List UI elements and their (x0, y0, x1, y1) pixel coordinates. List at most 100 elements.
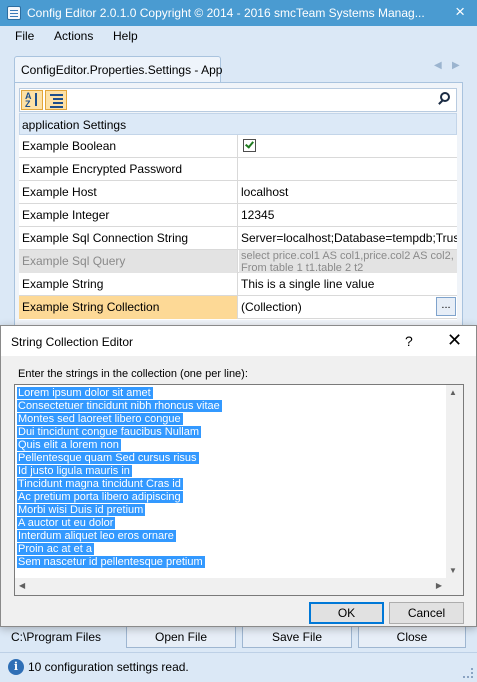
close-button[interactable]: Close (358, 626, 466, 648)
property-value: select price.col1 AS col1,price.col2 AS … (239, 250, 457, 273)
menu-bar: File Actions Help (0, 26, 477, 48)
check-icon (245, 139, 254, 149)
category-label: application Settings (22, 118, 127, 132)
collection-line-text: Proin ac at et a (17, 543, 94, 555)
status-text: 10 configuration settings read. (28, 660, 189, 674)
search-icon[interactable] (437, 92, 452, 107)
property-name: Example Sql Query (19, 250, 238, 273)
grid-row-example-encrypted-password[interactable]: Example Encrypted Password (19, 158, 457, 181)
window-title: Config Editor 2.0.1.0 Copyright © 2014 -… (27, 6, 425, 20)
collection-line: Morbi wisi Duis id pretium (17, 504, 437, 517)
collection-line-text: Ac pretium porta libero adipiscing (17, 491, 183, 503)
collection-edit-button[interactable]: ... (436, 297, 456, 316)
property-value[interactable] (239, 158, 457, 181)
property-value[interactable]: 12345 (239, 204, 457, 227)
status-bar: i 10 configuration settings read. (0, 652, 477, 682)
scroll-up-icon[interactable]: ▲ (449, 388, 457, 397)
property-toolbar: AZ (19, 88, 457, 112)
open-file-button[interactable]: Open File (126, 626, 236, 648)
window-titlebar[interactable]: Config Editor 2.0.1.0 Copyright © 2014 -… (0, 0, 477, 26)
collection-line-text: Consectetuer tincidunt nibh rhoncus vita… (17, 400, 222, 412)
collection-textarea[interactable]: Lorem ipsum dolor sit amet Consectetuer t… (14, 384, 464, 596)
dialog-titlebar[interactable]: String Collection Editor ? ✕ (1, 326, 476, 356)
property-name: Example Boolean (19, 135, 238, 158)
property-name: Example Sql Connection String (19, 227, 238, 250)
collection-line: Quis elit a lorem non (17, 439, 437, 452)
info-icon: i (8, 659, 24, 675)
property-grid: Example Boolean Example Encrypted Passwo… (19, 135, 457, 320)
collection-line-text: Quis elit a lorem non (17, 439, 121, 451)
property-value-line-2: From table 1 t1.table 2 t2 (241, 262, 364, 273)
collection-line: A auctor ut eu dolor (17, 517, 437, 530)
save-file-button[interactable]: Save File (242, 626, 352, 648)
collection-line: Pellentesque quam Sed cursus risus (17, 452, 437, 465)
close-icon[interactable]: × (455, 3, 465, 21)
collection-line: Interdum aliquet leo eros ornare (17, 530, 437, 543)
collection-line: Ac pretium porta libero adipiscing (17, 491, 437, 504)
horizontal-scrollbar[interactable]: ◀ ▶ (15, 578, 446, 595)
scroll-down-icon[interactable]: ▼ (449, 566, 457, 575)
tab-prev-icon[interactable]: ◀ (434, 60, 442, 71)
grid-row-example-host[interactable]: Example Host localhost (19, 181, 457, 204)
ok-button[interactable]: OK (309, 602, 384, 624)
tab-settings[interactable]: ConfigEditor.Properties.Settings - App (14, 56, 223, 82)
collection-line: Proin ac at et a (17, 543, 437, 556)
property-name: Example Encrypted Password (19, 158, 238, 181)
property-name: Example String (19, 273, 238, 296)
collection-line-text: Tincidunt magna tincidunt Cras id (17, 478, 183, 490)
dialog-title: String Collection Editor (11, 335, 134, 349)
grid-row-example-sql-query[interactable]: Example Sql Query select price.col1 AS c… (19, 250, 457, 273)
collection-line: Consectetuer tincidunt nibh rhoncus vita… (17, 400, 437, 413)
cancel-button[interactable]: Cancel (389, 602, 464, 624)
property-value[interactable]: (Collection) ... (239, 296, 457, 319)
collection-line-text: Lorem ipsum dolor sit amet (17, 387, 153, 399)
boolean-checkbox[interactable] (243, 139, 256, 152)
resize-grip-icon[interactable] (463, 668, 473, 678)
dialog-close-icon[interactable]: ✕ (447, 331, 462, 349)
collection-line-text: Dui tincidunt congue faucibus Nullam (17, 426, 201, 438)
property-value[interactable]: This is a single line value (239, 273, 457, 296)
collection-value: (Collection) (241, 300, 302, 314)
collection-line: Id justo ligula mauris in (17, 465, 437, 478)
category-header[interactable]: application Settings (19, 113, 457, 135)
menu-actions[interactable]: Actions (54, 29, 93, 43)
collection-line-text: Sem nascetur id pellentesque pretium (17, 556, 205, 568)
property-value[interactable]: Server=localhost;Database=tempdb;Truste (239, 227, 457, 250)
collection-line: Lorem ipsum dolor sit amet (17, 387, 437, 400)
scroll-right-icon[interactable]: ▶ (436, 581, 442, 590)
tab-next-icon[interactable]: ▶ (452, 60, 460, 71)
property-value[interactable]: localhost (239, 181, 457, 204)
search-input[interactable] (70, 91, 430, 109)
sort-alphabetical-button[interactable]: AZ (21, 90, 43, 110)
tab-label: ConfigEditor.Properties.Settings - App (21, 63, 223, 77)
sort-alphabetical-icon: AZ (25, 91, 32, 109)
grid-row-example-string-collection[interactable]: Example String Collection (Collection) .… (19, 296, 457, 319)
help-icon[interactable]: ? (405, 333, 413, 349)
vertical-scrollbar[interactable]: ▲ ▼ (446, 385, 463, 578)
collection-line-text: Morbi wisi Duis id pretium (17, 504, 146, 516)
collection-lines: Lorem ipsum dolor sit amet Consectetuer t… (17, 387, 437, 569)
collection-line: Tincidunt magna tincidunt Cras id (17, 478, 437, 491)
property-value[interactable] (239, 135, 457, 158)
collection-line-text: Montes sed laoreet libero congue (17, 413, 183, 425)
property-name: Example Integer (19, 204, 238, 227)
collection-instructions: Enter the strings in the collection (one… (18, 368, 248, 380)
grid-row-example-boolean[interactable]: Example Boolean (19, 135, 457, 158)
collection-line: Sem nascetur id pellentesque pretium (17, 556, 437, 569)
scroll-left-icon[interactable]: ◀ (19, 581, 25, 590)
grid-row-example-integer[interactable]: Example Integer 12345 (19, 204, 457, 227)
collection-line-text: Interdum aliquet leo eros ornare (17, 530, 176, 542)
grid-row-example-sql-connection-string[interactable]: Example Sql Connection String Server=loc… (19, 227, 457, 250)
app-icon (7, 6, 21, 20)
menu-help[interactable]: Help (113, 29, 138, 43)
string-collection-editor-dialog: String Collection Editor ? ✕ Enter the s… (0, 325, 477, 627)
collection-line-text: A auctor ut eu dolor (17, 517, 116, 529)
menu-file[interactable]: File (15, 29, 34, 43)
collection-line-text: Pellentesque quam Sed cursus risus (17, 452, 199, 464)
grid-row-example-string[interactable]: Example String This is a single line val… (19, 273, 457, 296)
collection-line: Dui tincidunt congue faucibus Nullam (17, 426, 437, 439)
collection-line-text: Id justo ligula mauris in (17, 465, 132, 477)
scroll-corner (446, 578, 463, 595)
categorized-button[interactable] (45, 90, 67, 110)
property-value-line-1: select price.col1 AS col1,price.col2 AS … (241, 250, 454, 262)
